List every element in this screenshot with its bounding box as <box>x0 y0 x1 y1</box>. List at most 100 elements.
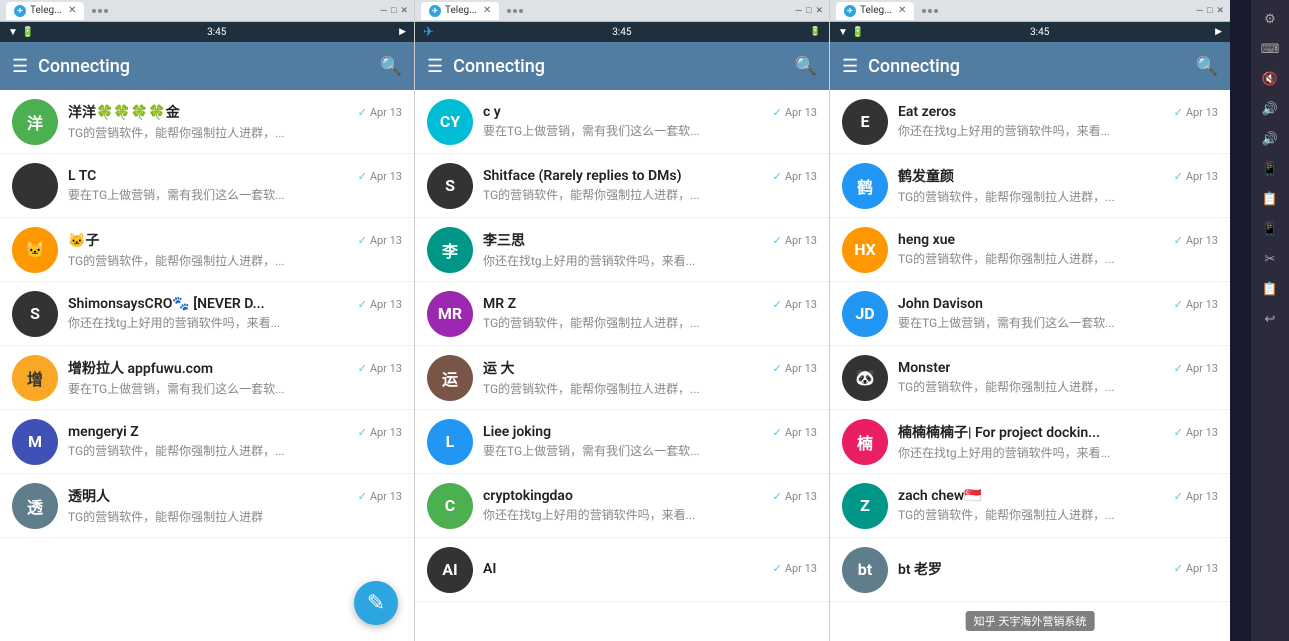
chat-item[interactable]: LLiee joking✓Apr 13要在TG上做营销，需有我们这么一套软... <box>415 410 829 474</box>
chat-item[interactable]: 🐼Monster✓Apr 13TG的营销软件，能帮你强制拉人进群，... <box>830 346 1230 410</box>
chat-preview: TG的营销软件，能帮你强制拉人进群，... <box>898 378 1218 395</box>
toolbar-back[interactable]: ↩ <box>1255 306 1285 332</box>
browser-icons-left: ─ □ ✕ <box>381 5 408 16</box>
chat-meta: ✓Apr 13 <box>773 362 817 375</box>
minimize-icon-right[interactable]: ─ <box>1197 5 1203 16</box>
chat-list-mid[interactable]: CYc y✓Apr 13要在TG上做营销，需有我们这么一套软...SShitfa… <box>415 90 829 641</box>
chat-item[interactable]: Mmengeryi Z✓Apr 13TG的营销软件，能帮你强制拉人进群，... <box>0 410 414 474</box>
minimize-icon-mid[interactable]: ─ <box>796 5 802 16</box>
chat-meta: ✓Apr 13 <box>773 562 817 575</box>
chat-name: 透明人 <box>68 486 110 506</box>
chat-item[interactable]: Zzach chew🇸🇬✓Apr 13TG的营销软件，能帮你强制拉人进群，... <box>830 474 1230 538</box>
tab-close-right[interactable]: ✕ <box>898 5 906 16</box>
chat-item[interactable]: SShimonsaysCRO🐾 [NEVER D...✓Apr 13你还在找tg… <box>0 282 414 346</box>
maximize-icon-mid[interactable]: □ <box>806 5 811 16</box>
toolbar-volume-up1[interactable]: 🔊 <box>1255 96 1285 122</box>
chat-item[interactable]: Ccryptokingdao✓Apr 13你还在找tg上好用的营销软件吗，来看.… <box>415 474 829 538</box>
maximize-icon-right[interactable]: □ <box>1207 5 1212 16</box>
chat-item[interactable]: HXheng xue✓Apr 13TG的营销软件，能帮你强制拉人进群，... <box>830 218 1230 282</box>
toolbar-cut[interactable]: ✂ <box>1255 246 1285 272</box>
check-icon: ✓ <box>773 298 782 311</box>
chat-preview: 你还在找tg上好用的营销软件吗，来看... <box>898 122 1218 139</box>
chat-list-left[interactable]: 洋洋洋🍀🍀🍀🍀金✓Apr 13TG的营销软件，能帮你强制拉人进群，...L TC… <box>0 90 414 641</box>
chat-meta: ✓Apr 13 <box>1174 562 1218 575</box>
toolbar-volume-up2[interactable]: 🔊 <box>1255 126 1285 152</box>
browser-icons-right: ─ □ ✕ <box>1197 5 1224 16</box>
panel-right: ✈ Teleg... ✕ ─ □ ✕ ▼ 🔋 3:45 <box>830 0 1230 641</box>
toolbar-clipboard[interactable]: 📋 <box>1255 186 1285 212</box>
chat-list-right[interactable]: EEat zeros✓Apr 13你还在找tg上好用的营销软件吗，来看...鹤鹤… <box>830 90 1230 641</box>
status-bar-mid: ✈ 3:45 🔋 <box>415 22 829 42</box>
chat-item[interactable]: L TC✓Apr 13要在TG上做营销，需有我们这么一套软... <box>0 154 414 218</box>
chat-content: Shitface (Rarely replies to DMs)✓Apr 13T… <box>483 168 817 203</box>
chat-item[interactable]: 鹤鹤发童颜✓Apr 13TG的营销软件，能帮你强制拉人进群，... <box>830 154 1230 218</box>
chat-meta: ✓Apr 13 <box>358 490 402 503</box>
chat-date: Apr 13 <box>1186 426 1218 439</box>
chat-date: Apr 13 <box>1186 234 1218 247</box>
toolbar-screen[interactable]: 📱 <box>1255 156 1285 182</box>
chat-item[interactable]: 运运 大✓Apr 13TG的营销软件，能帮你强制拉人进群，... <box>415 346 829 410</box>
close-icon-mid[interactable]: ✕ <box>815 6 823 16</box>
chat-item[interactable]: CYc y✓Apr 13要在TG上做营销，需有我们这么一套软... <box>415 90 829 154</box>
close-icon[interactable]: ✕ <box>400 6 408 16</box>
avatar: 增 <box>12 355 58 401</box>
search-icon-left[interactable]: 🔍 <box>380 56 402 77</box>
check-icon: ✓ <box>1174 298 1183 311</box>
check-icon: ✓ <box>773 562 782 575</box>
close-icon-right[interactable]: ✕ <box>1216 6 1224 16</box>
browser-dots-mid <box>507 9 523 13</box>
chat-date: Apr 13 <box>370 426 402 439</box>
browser-tab-left[interactable]: ✈ Teleg... ✕ <box>6 2 84 20</box>
toolbar-settings[interactable]: ⚙ <box>1255 6 1285 32</box>
chat-item[interactable]: EEat zeros✓Apr 13你还在找tg上好用的营销软件吗，来看... <box>830 90 1230 154</box>
toolbar-paste[interactable]: 📋 <box>1255 276 1285 302</box>
menu-icon-mid[interactable]: ☰ <box>427 56 443 77</box>
menu-icon-right[interactable]: ☰ <box>842 56 858 77</box>
header-title-left: Connecting <box>38 56 369 77</box>
signal-icon-right: ▼ <box>838 27 848 38</box>
check-icon: ✓ <box>358 234 367 247</box>
chat-item[interactable]: JDJohn Davison✓Apr 13要在TG上做营销，需有我们这么一套软.… <box>830 282 1230 346</box>
chat-content: mengeryi Z✓Apr 13TG的营销软件，能帮你强制拉人进群，... <box>68 424 402 459</box>
menu-icon-left[interactable]: ☰ <box>12 56 28 77</box>
chat-item[interactable]: 增增粉拉人 appfuwu.com✓Apr 13要在TG上做营销，需有我们这么一… <box>0 346 414 410</box>
maximize-icon[interactable]: □ <box>391 5 396 16</box>
tg-favicon-mid: ✈ <box>429 5 441 17</box>
browser-tab-right[interactable]: ✈ Teleg... ✕ <box>836 2 914 20</box>
chat-date: Apr 13 <box>370 170 402 183</box>
compose-fab-left[interactable]: ✎ <box>354 581 398 625</box>
chat-item[interactable]: SShitface (Rarely replies to DMs)✓Apr 13… <box>415 154 829 218</box>
search-icon-right[interactable]: 🔍 <box>1196 56 1218 77</box>
chat-preview: 要在TG上做营销，需有我们这么一套软... <box>483 442 817 459</box>
chat-item[interactable]: 洋洋洋🍀🍀🍀🍀金✓Apr 13TG的营销软件，能帮你强制拉人进群，... <box>0 90 414 154</box>
search-icon-mid[interactable]: 🔍 <box>795 56 817 77</box>
chat-item[interactable]: 楠楠楠楠楠子| For project dockin...✓Apr 13你还在找… <box>830 410 1230 474</box>
toolbar-keyboard[interactable]: ⌨ <box>1255 36 1285 62</box>
tab-close-mid[interactable]: ✕ <box>483 5 491 16</box>
chat-name: c y <box>483 104 501 120</box>
tg-favicon-right: ✈ <box>844 5 856 17</box>
browser-chrome-left: ✈ Teleg... ✕ ─ □ ✕ <box>0 0 414 22</box>
minimize-icon[interactable]: ─ <box>381 5 387 16</box>
chat-date: Apr 13 <box>1186 362 1218 375</box>
toolbar-mobile[interactable]: 📱 <box>1255 216 1285 242</box>
signal-icon: ▶ <box>399 27 406 37</box>
check-icon: ✓ <box>358 170 367 183</box>
avatar: HX <box>842 227 888 273</box>
check-icon: ✓ <box>1174 170 1183 183</box>
chat-item[interactable]: 🐱🐱子✓Apr 13TG的营销软件，能帮你强制拉人进群，... <box>0 218 414 282</box>
chat-date: Apr 13 <box>370 490 402 503</box>
avatar: JD <box>842 291 888 337</box>
chat-item[interactable]: AIAI✓Apr 13 <box>415 538 829 602</box>
chat-item[interactable]: btbt 老罗✓Apr 13 <box>830 538 1230 602</box>
chat-item[interactable]: MRMR Z✓Apr 13TG的营销软件，能帮你强制拉人进群，... <box>415 282 829 346</box>
header-title-mid: Connecting <box>453 56 784 77</box>
chat-item[interactable]: 透透明人✓Apr 13TG的营销软件，能帮你强制拉人进群 <box>0 474 414 538</box>
check-icon: ✓ <box>358 106 367 119</box>
chat-meta: ✓Apr 13 <box>1174 106 1218 119</box>
tab-close-left[interactable]: ✕ <box>68 5 76 16</box>
chat-item[interactable]: 李李三思✓Apr 13你还在找tg上好用的营销软件吗，来看... <box>415 218 829 282</box>
header-title-right: Connecting <box>868 56 1185 77</box>
toolbar-mute[interactable]: 🔇 <box>1255 66 1285 92</box>
browser-tab-mid[interactable]: ✈ Teleg... ✕ <box>421 2 499 20</box>
